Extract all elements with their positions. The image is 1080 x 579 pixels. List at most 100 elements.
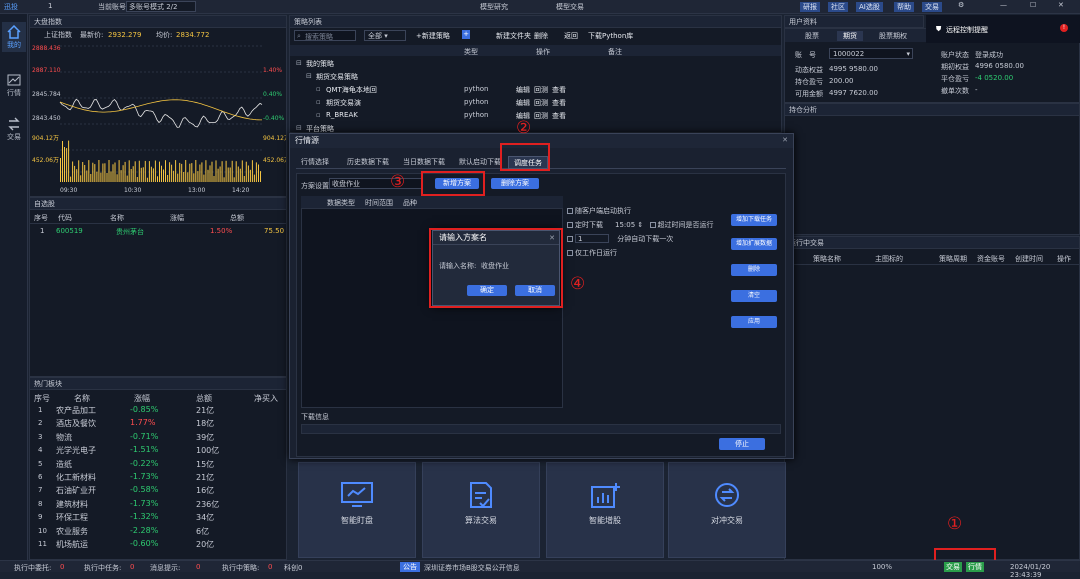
- tab-model-trade[interactable]: 模型交易: [556, 2, 584, 12]
- strategy-op-button[interactable]: 查看: [552, 85, 566, 95]
- plan-select[interactable]: 收盘作业: [329, 178, 423, 189]
- top-button[interactable]: AI选股: [856, 2, 883, 12]
- strategy-name[interactable]: 期货交易策略: [316, 72, 358, 82]
- file-icon[interactable]: ▫: [316, 85, 321, 93]
- strategy-filter-select[interactable]: 全部 ▾: [364, 30, 406, 41]
- top-button[interactable]: 研报: [800, 2, 820, 12]
- strategy-toolbar-button[interactable]: 下载Python库: [588, 31, 633, 41]
- checkbox[interactable]: [567, 222, 573, 228]
- strategy-op-button[interactable]: 编辑: [516, 98, 530, 108]
- dialog-tab[interactable]: 行情选择: [296, 156, 334, 169]
- list-item[interactable]: 10 农业服务 -2.28% 6亿: [30, 525, 286, 538]
- strategy-op-button[interactable]: 回测: [534, 85, 548, 95]
- list-item[interactable]: 1 农产品加工 -0.85% 21亿: [30, 404, 286, 417]
- list-item[interactable]: 6 化工新材料 -1.73% 21亿: [30, 471, 286, 484]
- side-button[interactable]: 应用: [731, 316, 777, 328]
- user-tab[interactable]: 期货: [837, 31, 863, 41]
- expand-icon[interactable]: ⊟: [296, 124, 302, 132]
- table-row[interactable]: 1 600519 贵州茅台 1.50% 75.50: [30, 224, 286, 237]
- status-trade-indicator[interactable]: 交易: [944, 562, 962, 572]
- opt-workday-row[interactable]: 仅工作日运行: [567, 248, 727, 262]
- file-icon[interactable]: ▫: [316, 111, 321, 119]
- side-button[interactable]: 增加下载任务: [731, 214, 777, 226]
- strategy-op-button[interactable]: 编辑: [516, 85, 530, 95]
- dialog-tab[interactable]: 当日数据下载: [398, 156, 450, 169]
- user-tab[interactable]: 股票期权: [873, 31, 913, 41]
- account-mode-select[interactable]: 多账号模式 2/2: [126, 1, 196, 12]
- strategy-search[interactable]: ⌕ 搜索策略: [294, 30, 356, 41]
- strategy-name[interactable]: 期货交易演: [326, 98, 361, 108]
- index-chart[interactable]: 2888.436 2887.110 2845.784 2843.450 904.12万 4…: [30, 42, 286, 198]
- list-item[interactable]: 5 造纸 -0.22% 15亿: [30, 458, 286, 471]
- opt-follow-row[interactable]: 随客户端启动执行: [567, 206, 727, 220]
- dialog-tab[interactable]: 历史数据下载: [342, 156, 394, 169]
- strategy-toolbar-button[interactable]: 删除: [534, 31, 548, 41]
- file-icon[interactable]: ▫: [316, 98, 321, 106]
- minimize-icon[interactable]: —: [1000, 1, 1007, 9]
- tile-smart-add[interactable]: 智能增股: [546, 462, 664, 558]
- checkbox[interactable]: [567, 250, 573, 256]
- task-col-header: 数据类型: [327, 199, 355, 207]
- strategy-toolbar-button[interactable]: +新建策略: [416, 31, 450, 41]
- interval-input[interactable]: 1: [575, 234, 609, 243]
- side-button[interactable]: 清空: [731, 290, 777, 302]
- nav-my[interactable]: 我的: [2, 22, 26, 52]
- list-item[interactable]: 3 物流 -0.71% 39亿: [30, 431, 286, 444]
- account-field-value: 4995 9580.00: [829, 65, 878, 73]
- volume-bar: [165, 160, 166, 182]
- maximize-icon[interactable]: ☐: [1030, 1, 1036, 9]
- top-button[interactable]: 社区: [828, 2, 848, 12]
- dialog-close-icon[interactable]: ✕: [782, 136, 788, 144]
- tile-algo-trade[interactable]: 算法交易: [422, 462, 540, 558]
- opt-timed-row[interactable]: 定时下载 15:05 ⇕ 超过时间是否运行: [567, 220, 727, 234]
- list-item[interactable]: 7 石油矿业开 -0.58% 16亿: [30, 484, 286, 497]
- side-button[interactable]: 增加扩展数据: [731, 238, 777, 250]
- checkbox[interactable]: [567, 208, 573, 214]
- strategy-toolbar-button[interactable]: 返回: [564, 31, 578, 41]
- tile-smart-watch[interactable]: 智能盯盘: [298, 462, 416, 558]
- strategy-tree-row[interactable]: ▫ R_BREAK python 编辑 回测 查看: [290, 109, 781, 122]
- time-input[interactable]: 15:05: [615, 221, 635, 229]
- expand-icon[interactable]: ⊟: [306, 72, 312, 80]
- strategy-tree-row[interactable]: ▫ QMT海龟本地回 python 编辑 回测 查看: [290, 83, 781, 96]
- list-item[interactable]: 2 酒店及餐饮 1.77% 18亿: [30, 417, 286, 430]
- strategy-tree-row[interactable]: ⊟ 期货交易策略: [290, 70, 781, 83]
- gear-icon[interactable]: ⚙: [958, 1, 964, 9]
- strategy-toolbar-button[interactable]: 新建文件夹: [496, 31, 531, 41]
- list-item[interactable]: 4 光学光电子 -1.51% 100亿: [30, 444, 286, 457]
- status-quote-indicator[interactable]: 行情: [966, 562, 984, 572]
- strategy-op-button[interactable]: 回测: [534, 98, 548, 108]
- opt-interval-row[interactable]: 1 分钟自动下载一次: [567, 234, 727, 248]
- top-button[interactable]: 帮助: [894, 2, 914, 12]
- list-item[interactable]: 9 环保工程 -1.32% 34亿: [30, 511, 286, 524]
- notice-tag[interactable]: 公告: [400, 562, 420, 572]
- highlight-prompt: [429, 228, 563, 308]
- tab-model-research[interactable]: 模型研究: [480, 2, 508, 12]
- strategy-tree-row[interactable]: ⊟ 我的策略: [290, 57, 781, 70]
- tile-hedge-trade[interactable]: 对冲交易: [668, 462, 786, 558]
- delete-plan-button[interactable]: 删除方案: [491, 178, 539, 189]
- dialog-tab[interactable]: 默认启动下载: [454, 156, 506, 169]
- checkbox[interactable]: [567, 236, 573, 242]
- zoom-level[interactable]: 100%: [872, 563, 892, 571]
- nav-quote[interactable]: 行情: [2, 70, 26, 100]
- alert-badge[interactable]: !: [1060, 24, 1068, 32]
- side-button[interactable]: 删除: [731, 264, 777, 276]
- checkbox[interactable]: [649, 222, 656, 228]
- strategy-op-button[interactable]: 查看: [552, 111, 566, 121]
- strategy-tree-row[interactable]: ▫ 期货交易演 python 编辑 回测 查看: [290, 96, 781, 109]
- nav-trade[interactable]: 交易: [2, 114, 26, 144]
- strategy-name[interactable]: QMT海龟本地回: [326, 85, 377, 95]
- strategy-op-button[interactable]: 回测: [534, 111, 548, 121]
- strategy-name[interactable]: R_BREAK: [326, 111, 358, 119]
- strategy-op-button[interactable]: 查看: [552, 98, 566, 108]
- account-select[interactable]: 1000022 ▾: [829, 48, 913, 59]
- list-item[interactable]: 8 建筑材料 -1.73% 236亿: [30, 498, 286, 511]
- top-button[interactable]: 交易: [922, 2, 942, 12]
- stop-button[interactable]: 停止: [719, 438, 765, 450]
- strategy-name[interactable]: 我的策略: [306, 59, 334, 69]
- close-icon[interactable]: ✕: [1058, 1, 1064, 9]
- list-item[interactable]: 11 机场航运 -0.60% 20亿: [30, 538, 286, 551]
- user-tab[interactable]: 股票: [799, 31, 825, 41]
- expand-icon[interactable]: ⊟: [296, 59, 302, 67]
